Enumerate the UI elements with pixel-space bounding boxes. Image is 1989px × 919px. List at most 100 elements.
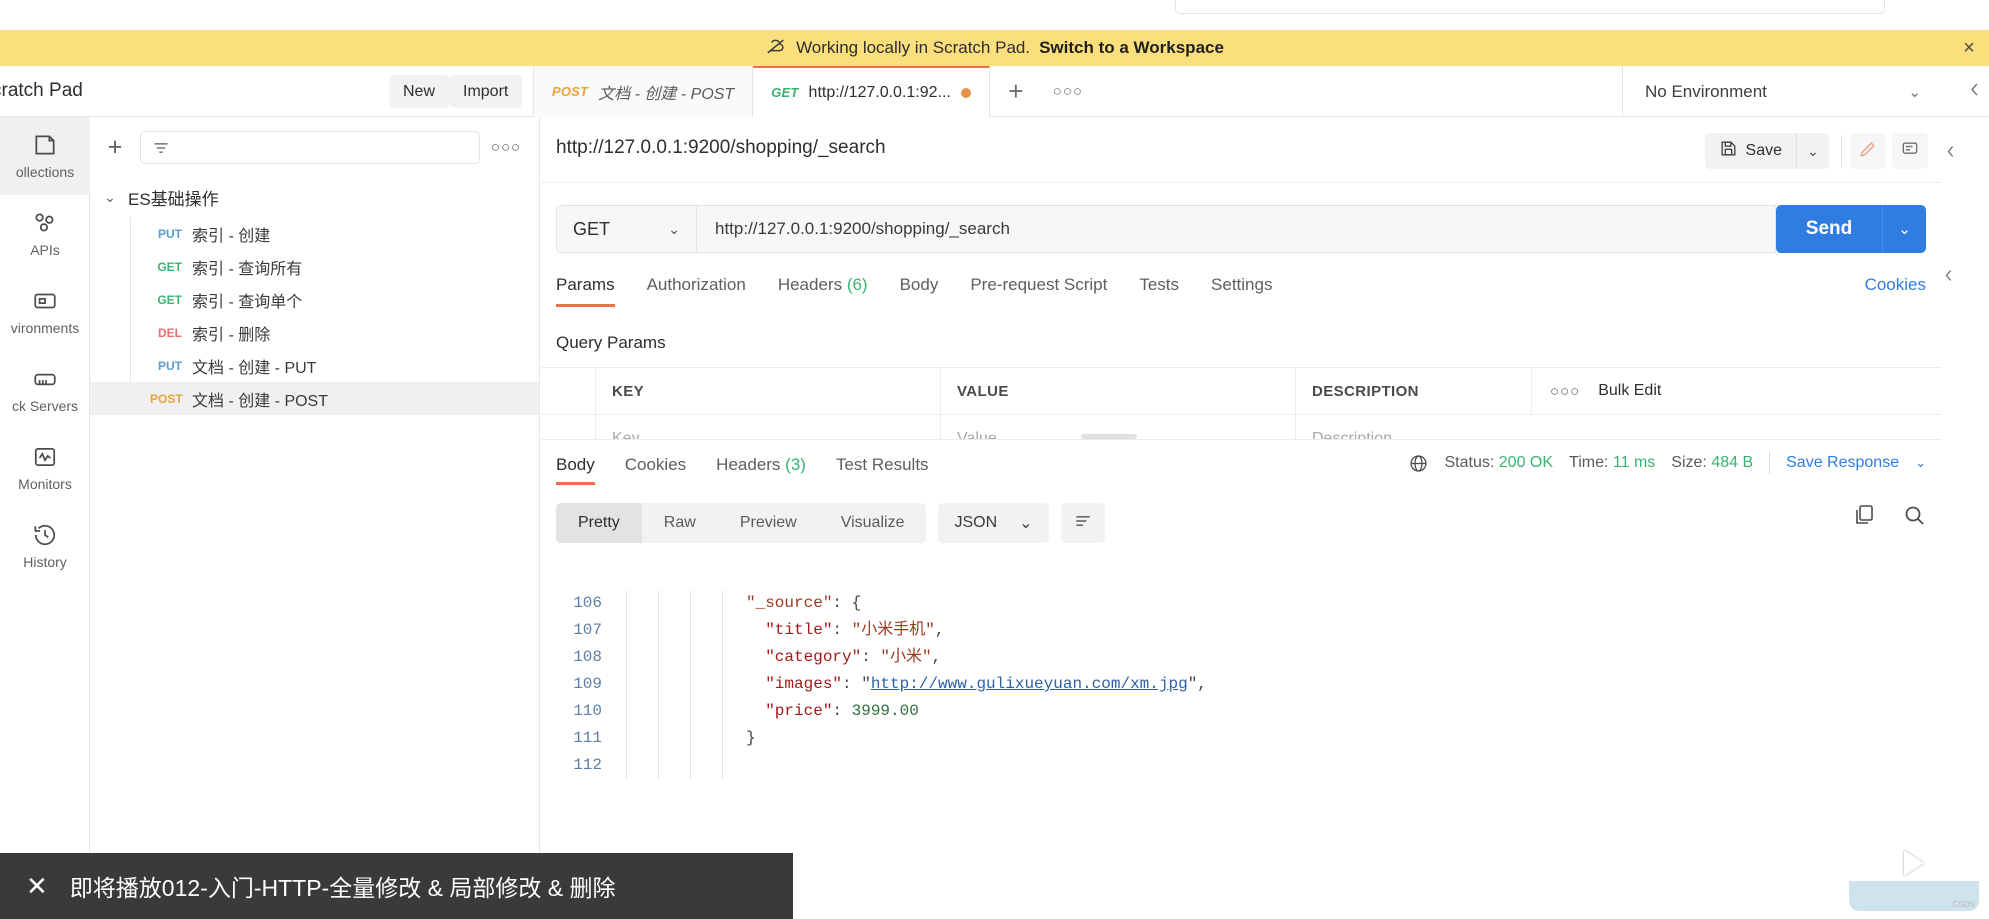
list-item[interactable]: PUT 索引 - 创建: [90, 217, 539, 250]
cookies-link[interactable]: Cookies: [1865, 275, 1926, 295]
list-item[interactable]: PUT 文档 - 创建 - PUT: [90, 349, 539, 382]
request-method-badge: DEL: [158, 325, 182, 340]
url-value: http://127.0.0.1:9200/shopping/_search: [715, 219, 1010, 238]
request-pane: http://127.0.0.1:9200/shopping/_search S…: [541, 117, 1954, 919]
headers-count-badge: (6): [846, 275, 868, 294]
response-pane: Body Cookies Headers (3) Test Results St…: [541, 440, 1941, 919]
http-method-selector[interactable]: GET ⌄: [556, 205, 696, 253]
collections-filter-input[interactable]: [140, 131, 480, 164]
wrap-lines-button[interactable]: [1060, 503, 1105, 543]
collapse-sidebar-icon[interactable]: [1940, 267, 1957, 289]
environment-label: No Environment: [1645, 81, 1767, 101]
table-options-icon[interactable]: ○○○: [1550, 383, 1580, 400]
send-options-icon[interactable]: ⌄: [1882, 205, 1926, 253]
response-tab-body[interactable]: Body: [556, 455, 595, 485]
request-tab-1[interactable]: GET http://127.0.0.1:92...: [753, 66, 990, 117]
format-raw[interactable]: Raw: [642, 503, 718, 543]
request-name: 索引 - 创建: [192, 227, 271, 245]
format-pretty[interactable]: Pretty: [556, 503, 642, 543]
line-number: 107: [573, 621, 602, 639]
environment-quick-look-icon[interactable]: [1965, 80, 1984, 105]
code-line: }: [746, 729, 756, 747]
rail-item-mock-servers[interactable]: ck Servers: [0, 351, 90, 429]
switch-workspace-link[interactable]: Switch to a Workspace: [1039, 38, 1224, 58]
collapse-right-panel-icon[interactable]: [1942, 143, 1959, 165]
tab-label: Headers: [716, 455, 781, 474]
play-icon[interactable]: [1904, 849, 1924, 876]
response-tab-cookies[interactable]: Cookies: [625, 455, 686, 485]
fold-guide: [690, 590, 691, 779]
chevron-down-icon[interactable]: ⌄: [1915, 455, 1926, 471]
import-button[interactable]: Import: [449, 75, 523, 108]
size-label-text: Size:: [1671, 454, 1707, 471]
tab-headers[interactable]: Headers (6): [778, 275, 868, 307]
column-header-key: KEY: [596, 367, 941, 415]
tab-params[interactable]: Params: [556, 275, 615, 307]
http-method-value: GET: [573, 218, 611, 239]
banner-close-icon[interactable]: ×: [1957, 36, 1981, 60]
tab-settings[interactable]: Settings: [1211, 275, 1272, 307]
tab-body[interactable]: Body: [900, 275, 939, 307]
mock-servers-icon: [32, 366, 58, 392]
save-options-icon[interactable]: ⌄: [1796, 133, 1829, 169]
request-tab-0[interactable]: POST 文档 - 创建 - POST: [534, 66, 754, 117]
edit-description-button[interactable]: [1850, 133, 1886, 169]
response-resize-handle[interactable]: [1081, 434, 1137, 439]
list-item[interactable]: DEL 索引 - 删除: [90, 316, 539, 349]
tab-authorization[interactable]: Authorization: [647, 275, 746, 307]
list-item[interactable]: POST 文档 - 创建 - POST: [90, 382, 539, 415]
banner-content: Working locally in Scratch Pad. Switch t…: [765, 35, 1224, 62]
tab-options-icon[interactable]: ○○○: [1042, 66, 1094, 117]
close-icon[interactable]: ✕: [26, 873, 48, 899]
save-icon: [1719, 139, 1738, 163]
save-button[interactable]: Save: [1704, 133, 1796, 169]
format-preview[interactable]: Preview: [718, 503, 819, 543]
search-icon[interactable]: [1902, 503, 1926, 527]
list-item[interactable]: GET 索引 - 查询所有: [90, 250, 539, 283]
rail-item-environments[interactable]: vironments: [0, 273, 90, 351]
tab-pre-request-script[interactable]: Pre-request Script: [970, 275, 1107, 307]
column-header-value: VALUE: [941, 367, 1296, 415]
request-name: 文档 - 创建 - POST: [192, 392, 329, 410]
collections-toolbar: + ○○○: [90, 117, 539, 177]
rail-item-monitors[interactable]: Monitors: [0, 429, 90, 507]
rail-label: Monitors: [18, 476, 72, 492]
send-button[interactable]: Send: [1776, 205, 1882, 253]
request-header: http://127.0.0.1:9200/shopping/_search S…: [541, 117, 1954, 183]
environments-icon: [32, 288, 58, 314]
line-number: 108: [573, 648, 602, 666]
tab-label: Body: [556, 455, 595, 474]
collections-options-icon[interactable]: ○○○: [490, 131, 522, 164]
copy-icon[interactable]: [1852, 503, 1876, 527]
format-visualize[interactable]: Visualize: [819, 503, 927, 543]
video-player-widget[interactable]: CSDN: [1849, 825, 1979, 911]
add-collection-button[interactable]: +: [98, 130, 132, 164]
line-number: 111: [573, 729, 602, 747]
tab-tests[interactable]: Tests: [1139, 275, 1179, 307]
response-language-selector[interactable]: JSON ⌄: [938, 503, 1049, 543]
rail-item-collections[interactable]: ollections: [0, 117, 90, 195]
new-tab-button[interactable]: +: [990, 66, 1042, 117]
tab-label: Body: [899, 275, 939, 294]
environment-selector[interactable]: No Environment ⌄: [1623, 66, 1943, 117]
response-tab-test-results[interactable]: Test Results: [836, 455, 929, 485]
request-method-badge: GET: [157, 292, 182, 307]
bulk-edit-button[interactable]: Bulk Edit: [1598, 382, 1661, 400]
save-response-button[interactable]: Save Response: [1786, 454, 1899, 472]
collection-folder-row[interactable]: ⌄ ES基础操作: [90, 177, 539, 217]
new-button[interactable]: New: [389, 75, 450, 108]
chevron-down-icon: ⌄: [1019, 515, 1033, 532]
fold-guide: [722, 590, 723, 779]
response-tab-headers[interactable]: Headers (3): [716, 455, 806, 485]
comments-button[interactable]: [1892, 133, 1928, 169]
rail-label: ck Servers: [11, 398, 79, 414]
list-item[interactable]: GET 索引 - 查询单个: [90, 283, 539, 316]
banner-message: Working locally in Scratch Pad.: [796, 38, 1031, 57]
url-input[interactable]: http://127.0.0.1:9200/shopping/_search: [696, 205, 1776, 253]
save-label: Save: [1745, 142, 1782, 159]
scratch-pad-banner: Working locally in Scratch Pad. Switch t…: [0, 30, 1989, 66]
rail-item-history[interactable]: History: [0, 507, 90, 585]
status-divider: [1769, 452, 1771, 474]
rail-item-apis[interactable]: APIs: [0, 195, 90, 273]
